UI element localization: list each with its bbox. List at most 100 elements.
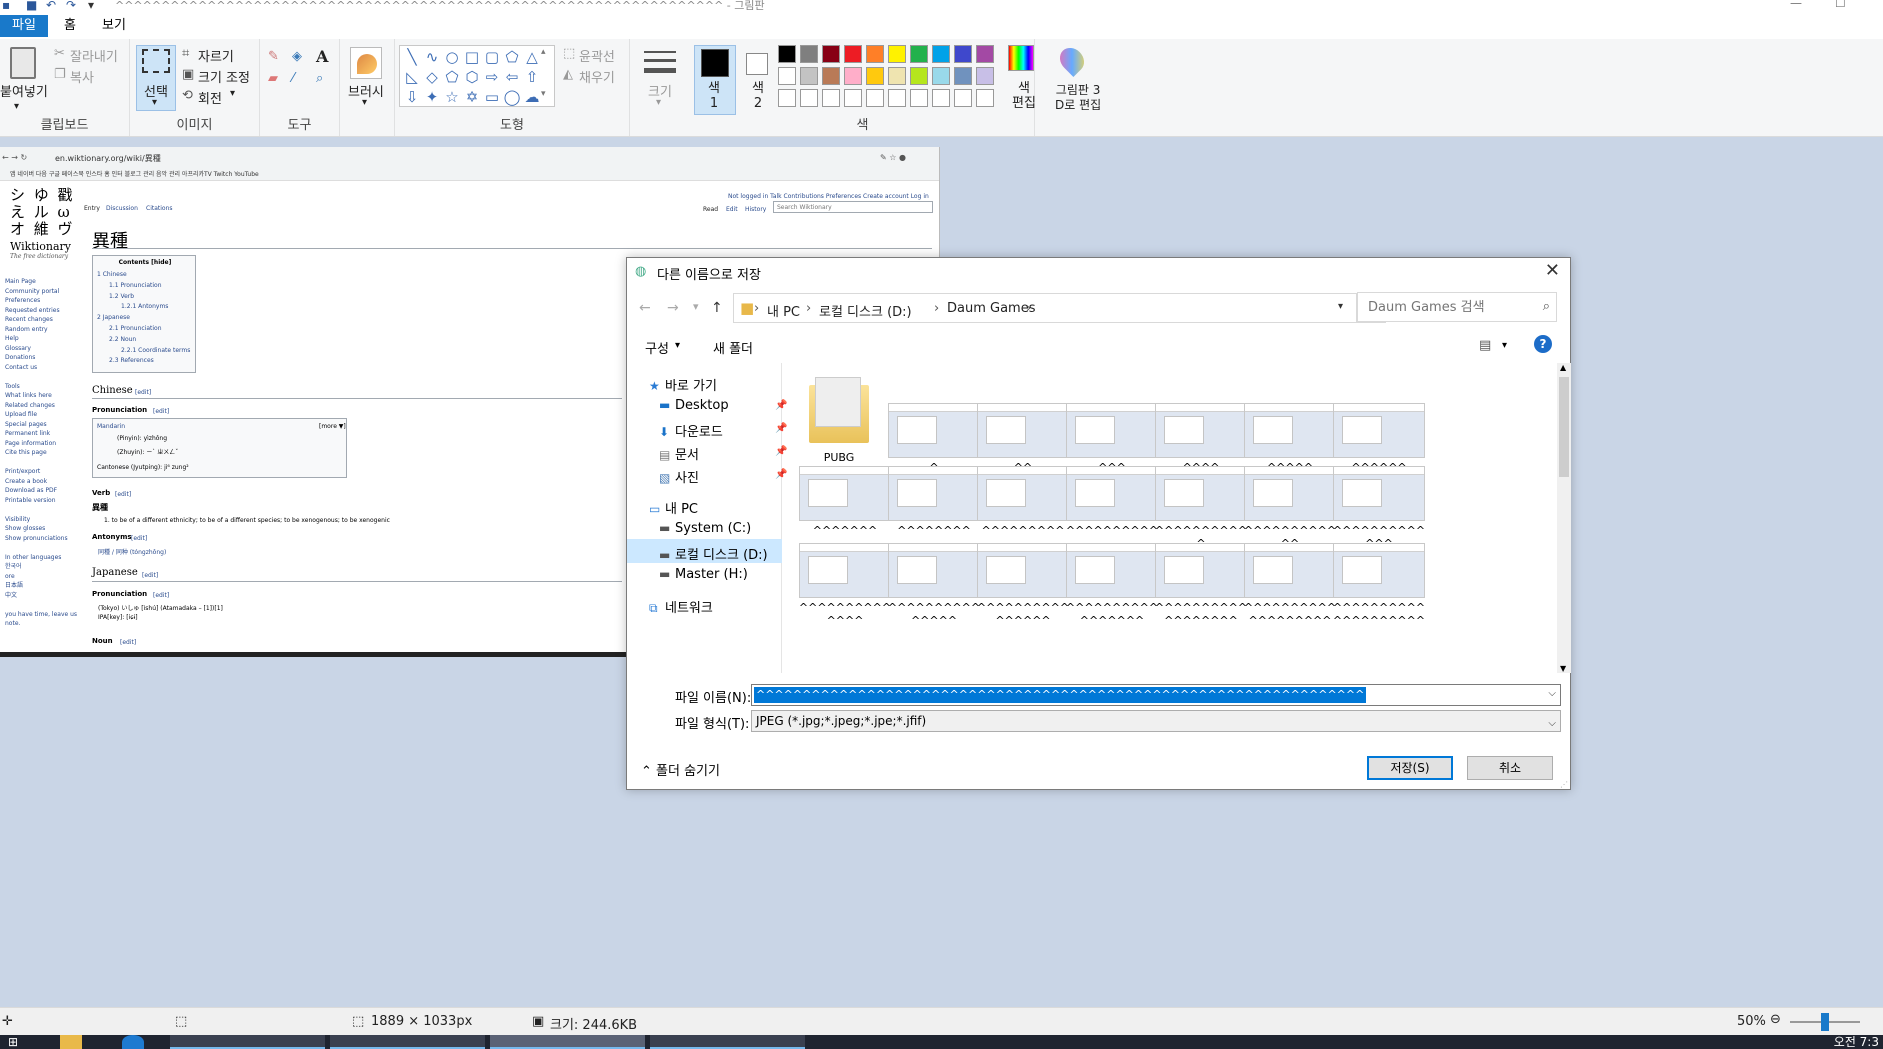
fill-bucket-icon[interactable]: ◈: [292, 49, 302, 64]
back-arrow-icon[interactable]: ←: [639, 300, 651, 316]
file-thumbnail[interactable]: [1066, 403, 1158, 458]
file-label[interactable]: ^^^^^^^^^: [973, 524, 1073, 537]
palette-swatch[interactable]: [888, 67, 906, 85]
wiki-tab-history[interactable]: History: [745, 206, 766, 213]
cloud-callout-shape-icon[interactable]: ☁: [522, 88, 542, 106]
paint-app-icon[interactable]: ▪: [2, 0, 10, 12]
paste-button[interactable]: 붙여넣기: [0, 81, 48, 100]
dialog-search-input[interactable]: [1358, 293, 1528, 321]
wiki-sidebar-item[interactable]: Related changes: [5, 401, 77, 411]
address-bar[interactable]: ■ › 내 PC › 로컬 디스크 (D:) › Daum Games › ▾: [733, 293, 1359, 323]
color1-button[interactable]: 색 1: [708, 81, 720, 111]
magnifier-icon[interactable]: ⌕: [316, 71, 323, 86]
file-label[interactable]: ^^^^^^^: [795, 524, 895, 537]
scroll-down-icon[interactable]: ▼: [1560, 664, 1566, 673]
palette-swatch[interactable]: [976, 45, 994, 63]
wiki-sidebar-item[interactable]: Print/export: [5, 467, 77, 477]
ie-browser-icon[interactable]: [122, 1035, 144, 1049]
copy-button[interactable]: 복사: [70, 67, 94, 86]
outline-button[interactable]: 윤곽선: [579, 46, 615, 65]
customize-qat-icon[interactable]: ▾: [88, 0, 94, 12]
toc-item[interactable]: 1.2.1 Antonyms: [97, 302, 190, 313]
palette-swatch[interactable]: [932, 67, 950, 85]
wiki-sidebar-item[interactable]: Contact us: [5, 363, 77, 373]
tab-file[interactable]: 파일: [0, 15, 48, 37]
toc-item[interactable]: 2.1 Pronunciation: [97, 324, 190, 335]
wiki-sidebar-item[interactable]: ore: [5, 572, 77, 582]
folder-pubg-label[interactable]: PUBG: [789, 451, 889, 464]
file-thumbnail[interactable]: [1333, 466, 1425, 521]
down-arrow-shape-icon[interactable]: ⇩: [402, 88, 422, 106]
wiki-sidebar-item[interactable]: [5, 600, 77, 610]
scroll-up-icon[interactable]: ▲: [1560, 363, 1566, 372]
file-thumbnail[interactable]: [977, 403, 1069, 458]
color-picker-icon[interactable]: ⁄: [292, 71, 294, 86]
fill-button[interactable]: 채우기: [579, 67, 615, 86]
breadcrumb-local-d[interactable]: 로컬 디스크 (D:): [819, 301, 912, 320]
nav-pictures[interactable]: ▧ 사진: [659, 467, 699, 486]
palette-swatch[interactable]: [800, 89, 818, 107]
file-thumbnail[interactable]: [1155, 466, 1247, 521]
palette-swatch[interactable]: [976, 89, 994, 107]
wiki-tab-citations[interactable]: Citations: [146, 205, 173, 212]
file-thumbnail[interactable]: [1155, 543, 1247, 598]
windows-start-icon[interactable]: ⊞: [8, 1035, 18, 1049]
toc-item[interactable]: 2.2 Noun: [97, 335, 190, 346]
palette-swatch[interactable]: [866, 89, 884, 107]
shapes-scroll-up-icon[interactable]: ▴: [541, 47, 546, 57]
rotate-button[interactable]: 회전: [198, 88, 222, 107]
rotate-dropdown-icon[interactable]: ▾: [230, 88, 235, 99]
redo-icon[interactable]: ↷: [66, 0, 76, 12]
wiki-tab-edit[interactable]: Edit: [726, 206, 738, 213]
file-thumbnail[interactable]: [799, 543, 891, 598]
nav-downloads[interactable]: ⬇ 다운로드: [659, 421, 723, 440]
taskbar-item-2[interactable]: [330, 1035, 485, 1049]
file-thumbnail[interactable]: [1333, 403, 1425, 458]
line-shape-icon[interactable]: ╲: [402, 48, 422, 66]
resize-button[interactable]: 크기 조정: [198, 67, 250, 86]
file-label[interactable]: ^^^^^^^^^^^^^^: [795, 601, 895, 627]
palette-swatch[interactable]: [910, 89, 928, 107]
right-triangle-shape-icon[interactable]: ◺: [402, 68, 422, 86]
taskbar-item-4[interactable]: [650, 1035, 805, 1049]
save-icon[interactable]: ■: [26, 0, 37, 12]
file-thumbnail[interactable]: [1066, 466, 1158, 521]
file-thumbnail[interactable]: [1333, 543, 1425, 598]
wiki-sidebar-item[interactable]: Donations: [5, 353, 77, 363]
wiki-sidebar-item[interactable]: 日本語: [5, 581, 77, 591]
edit-link-verb[interactable]: [edit]: [115, 491, 131, 498]
nav-system-c[interactable]: ▬ System (C:): [659, 521, 751, 536]
file-thumbnail[interactable]: [1155, 403, 1247, 458]
four-point-star-shape-icon[interactable]: ✦: [422, 88, 442, 106]
wiki-sidebar-item[interactable]: Main Page: [5, 277, 77, 287]
view-options-icon[interactable]: ▤: [1479, 338, 1491, 353]
organize-button[interactable]: 구성: [645, 338, 669, 357]
palette-swatch[interactable]: [844, 89, 862, 107]
zoom-out-icon[interactable]: ⊖: [1770, 1012, 1781, 1027]
minimize-icon[interactable]: —: [1790, 0, 1802, 10]
palette-swatch[interactable]: [778, 45, 796, 63]
toc-item[interactable]: 1.1 Pronunciation: [97, 281, 190, 292]
file-thumbnail[interactable]: [1244, 543, 1336, 598]
nav-this-pc[interactable]: ▭ 내 PC: [649, 498, 698, 517]
taskbar-item-chrome[interactable]: [170, 1035, 325, 1049]
triangle-shape-icon[interactable]: △: [522, 48, 542, 66]
view-options-dropdown-icon[interactable]: ▾: [1502, 340, 1507, 351]
rectangle-shape-icon[interactable]: □: [462, 48, 482, 66]
file-thumbnail[interactable]: [888, 543, 980, 598]
palette-swatch[interactable]: [976, 67, 994, 85]
wiki-sidebar-item[interactable]: Create a book: [5, 477, 77, 487]
recent-locations-icon[interactable]: ▾: [693, 300, 699, 313]
polygon-shape-icon[interactable]: ⬠: [502, 48, 522, 66]
wiki-sidebar-item[interactable]: Permanent link: [5, 429, 77, 439]
palette-swatch[interactable]: [954, 67, 972, 85]
file-label[interactable]: ^^^^^^^^^^^^^^^: [884, 601, 984, 627]
toc-item[interactable]: 1 Chinese: [97, 270, 190, 281]
palette-swatch[interactable]: [888, 89, 906, 107]
palette-swatch[interactable]: [822, 67, 840, 85]
wiki-sidebar-item[interactable]: [5, 505, 77, 515]
taskbar-item-paint[interactable]: [490, 1035, 645, 1049]
wiki-sidebar-item[interactable]: note.: [5, 619, 77, 629]
folder-pubg[interactable]: [809, 375, 871, 453]
file-label[interactable]: ^^^^^^^^^^^^^^^^^^: [1151, 601, 1251, 627]
